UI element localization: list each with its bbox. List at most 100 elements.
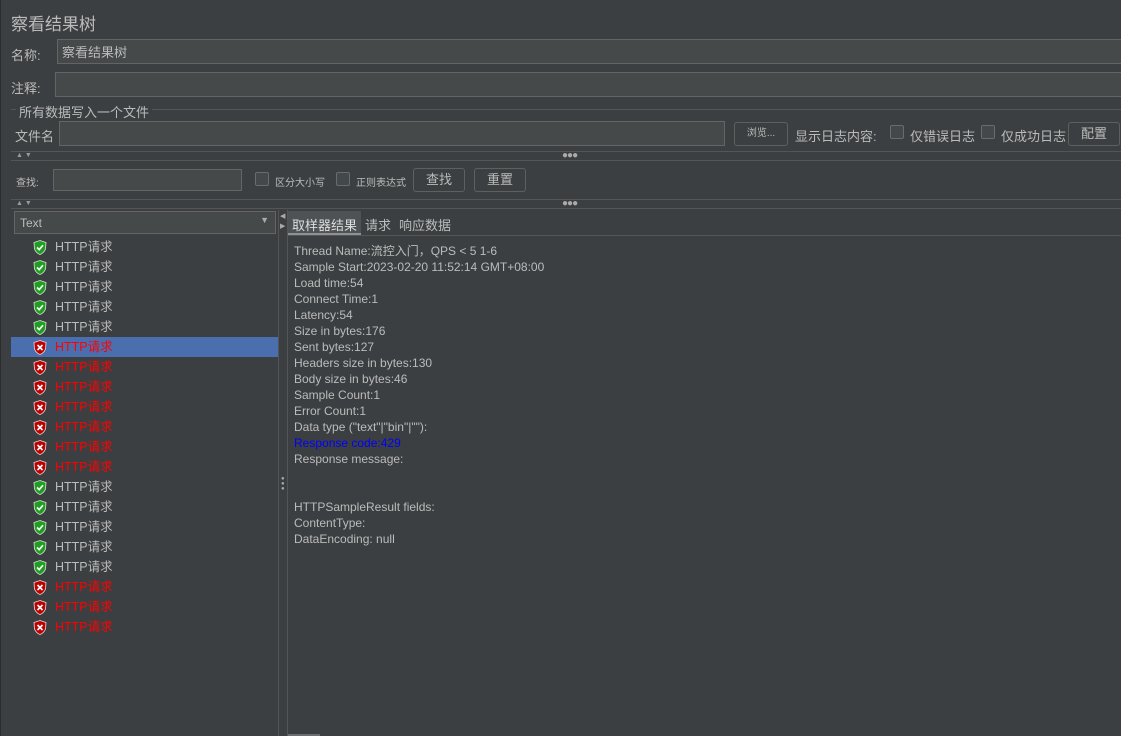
tree-item[interactable]: HTTP请求 (11, 437, 278, 457)
success-shield-icon (33, 300, 47, 315)
case-sensitive-checkbox[interactable] (255, 172, 269, 186)
tree-item-label: HTTP请求 (55, 240, 113, 254)
tree-item-label: HTTP请求 (55, 300, 113, 314)
success-shield-icon (33, 480, 47, 495)
error-shield-icon (33, 620, 47, 635)
detail-line: Latency:54 (294, 308, 353, 322)
tree-item-label: HTTP请求 (55, 580, 113, 594)
tree-item[interactable]: HTTP请求 (11, 597, 278, 617)
regex-label: 正则表达式 (356, 178, 406, 189)
search-input[interactable] (53, 169, 242, 191)
tree-item-label: HTTP请求 (55, 380, 113, 394)
tree-item-label: HTTP请求 (55, 540, 113, 554)
detail-line: Sent bytes:127 (294, 340, 375, 354)
tree-border (278, 210, 279, 736)
collapse-arrows-icon[interactable]: ▲ ▼ (16, 152, 32, 159)
tree-item-label: HTTP请求 (55, 480, 113, 494)
browse-button[interactable]: 浏览... (734, 122, 788, 146)
page-title: 察看结果树 (11, 15, 96, 34)
tree-item[interactable]: HTTP请求 (11, 477, 278, 497)
vertical-splitter-handle[interactable]: ● ● ● (281, 476, 285, 492)
tree-item[interactable]: HTTP请求 (11, 377, 278, 397)
tree-item[interactable]: HTTP请求 (11, 577, 278, 597)
error-shield-icon (33, 380, 47, 395)
detail-line: Response message: (294, 452, 404, 466)
errors-only-checkbox[interactable] (890, 125, 904, 139)
error-shield-icon (33, 440, 47, 455)
success-shield-icon (33, 540, 47, 555)
success-shield-icon (33, 520, 47, 535)
success-only-checkbox[interactable] (981, 125, 995, 139)
tab-sampler-result[interactable]: 取样器结果 (288, 211, 362, 235)
tab-request[interactable]: 请求 (361, 211, 395, 235)
success-shield-icon (33, 260, 47, 275)
detail-line (294, 483, 544, 499)
tree-item[interactable]: HTTP请求 (11, 397, 278, 417)
tab-divider (288, 235, 1121, 236)
tree-item-label: HTTP请求 (55, 320, 113, 334)
tree-item-label: HTTP请求 (55, 500, 113, 514)
tab-response-data[interactable]: 响应数据 (395, 211, 455, 235)
tree-item[interactable]: HTTP请求 (11, 457, 278, 477)
tree-item[interactable]: HTTP请求 (11, 237, 278, 257)
renderer-value: Text (20, 216, 43, 230)
case-sensitive-label: 区分大小写 (275, 178, 325, 189)
chevron-down-icon: ▼ (260, 215, 269, 225)
detail-line: Headers size in bytes:130 (294, 356, 433, 370)
error-shield-icon (33, 340, 47, 355)
file-section-legend: 所有数据写入一个文件 (16, 102, 153, 121)
error-shield-icon (33, 580, 47, 595)
tree-item-label: HTTP请求 (55, 520, 113, 534)
success-shield-icon (33, 560, 47, 575)
tree-item-label: HTTP请求 (55, 440, 113, 454)
collapse-arrows-icon[interactable]: ▲ ▼ (16, 200, 32, 207)
tree-item[interactable]: HTTP请求 (11, 417, 278, 437)
success-shield-icon (33, 500, 47, 515)
regex-checkbox[interactable] (336, 172, 350, 186)
detail-line (294, 467, 544, 483)
name-input[interactable] (57, 39, 1121, 64)
success-shield-icon (33, 280, 47, 295)
tree-item[interactable]: HTTP请求 (11, 297, 278, 317)
tree-item[interactable]: HTTP请求 (11, 317, 278, 337)
tree-item-label: HTTP请求 (55, 460, 113, 474)
detail-line: ContentType: (294, 516, 366, 530)
file-name-input[interactable] (59, 121, 725, 146)
file-section-border (11, 109, 1121, 110)
search-label: 查找: (16, 178, 39, 189)
tree-item[interactable]: HTTP请求 (11, 357, 278, 377)
tree-item[interactable]: HTTP请求 (11, 337, 278, 357)
error-shield-icon (33, 460, 47, 475)
success-only-label: 仅成功日志 (1001, 129, 1067, 144)
tree-item-label: HTTP请求 (55, 360, 113, 374)
tree-item-label: HTTP请求 (55, 400, 113, 414)
tree-item[interactable]: HTTP请求 (11, 617, 278, 637)
detail-border (287, 210, 288, 736)
detail-line: Sample Start:2023-02-20 11:52:14 GMT+08:… (294, 260, 545, 274)
divider (11, 208, 1121, 209)
sampler-result-text[interactable]: Thread Name:流控入门，QPS < 5 1-6 Sample Start… (294, 243, 544, 547)
detail-line: Data type ("text"|"bin"|""): (294, 420, 428, 434)
file-name-label: 文件名 (15, 129, 55, 144)
detail-line: Size in bytes:176 (294, 324, 386, 338)
comment-input[interactable] (55, 72, 1121, 97)
tree-item-label: HTTP请求 (55, 260, 113, 274)
renderer-select[interactable]: Text ▼ (14, 211, 276, 234)
tree-item[interactable]: HTTP请求 (11, 497, 278, 517)
tree-item[interactable]: HTTP请求 (11, 257, 278, 277)
splitter-arrows-icon[interactable]: ◀ ▶ (280, 212, 285, 232)
find-button[interactable]: 查找 (413, 168, 465, 192)
tree-item[interactable]: HTTP请求 (11, 557, 278, 577)
error-shield-icon (33, 420, 47, 435)
tree-item-label: HTTP请求 (55, 280, 113, 294)
detail-line: Response code:429 (294, 436, 401, 450)
error-shield-icon (33, 360, 47, 375)
reset-button[interactable]: 重置 (474, 168, 526, 192)
configure-button[interactable]: 配置 (1068, 122, 1120, 146)
tree-item[interactable]: HTTP请求 (11, 537, 278, 557)
tree-item[interactable]: HTTP请求 (11, 517, 278, 537)
success-shield-icon (33, 320, 47, 335)
detail-line: HTTPSampleResult fields: (294, 500, 435, 514)
tree-item[interactable]: HTTP请求 (11, 277, 278, 297)
errors-only-label: 仅错误日志 (910, 129, 976, 144)
